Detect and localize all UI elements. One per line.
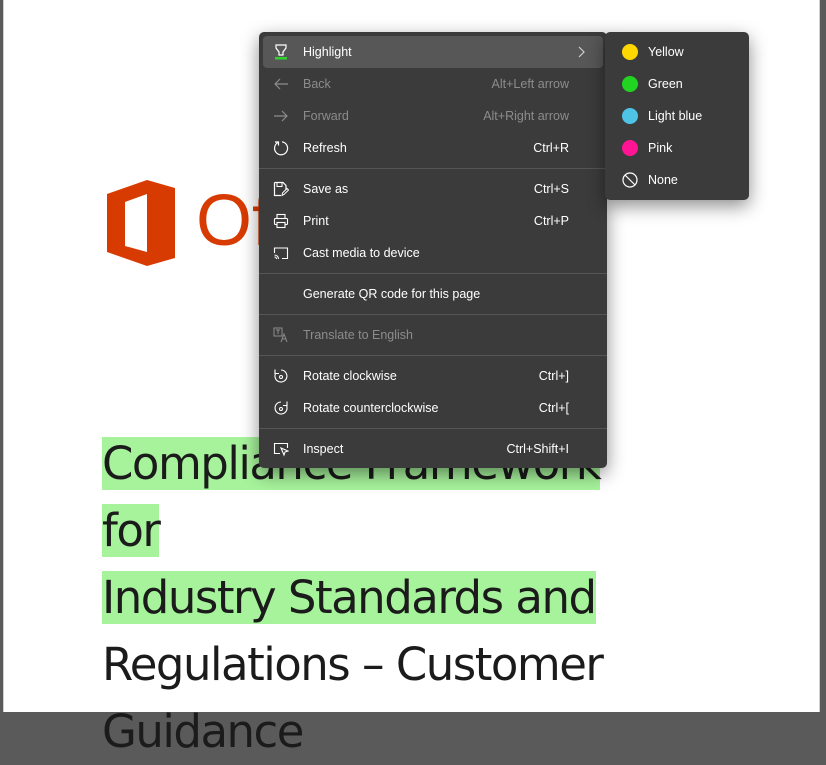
menu-item-label: Refresh (303, 141, 347, 155)
menu-divider (259, 355, 607, 356)
menu-item-print[interactable]: Print Ctrl+P (263, 205, 603, 237)
menu-item-refresh[interactable]: Refresh Ctrl+R (263, 132, 603, 164)
menu-item-shortcut: Ctrl+] (538, 369, 569, 383)
menu-item-rotate-clockwise[interactable]: Rotate clockwise Ctrl+] (263, 360, 603, 392)
menu-item-cast-media[interactable]: Cast media to device (263, 237, 603, 269)
menu-item-label: Generate QR code for this page (303, 287, 481, 301)
menu-divider (259, 428, 607, 429)
menu-divider (259, 168, 607, 169)
highlighter-icon (273, 44, 289, 60)
menu-item-shortcut: Ctrl+P (533, 214, 569, 228)
menu-divider (259, 314, 607, 315)
light-blue-swatch-icon (622, 108, 638, 124)
menu-item-label: Highlight (303, 45, 352, 59)
menu-item-label: Translate to English (303, 328, 414, 342)
menu-item-inspect[interactable]: Inspect Ctrl+Shift+I (263, 433, 603, 465)
menu-item-back[interactable]: Back Alt+Left arrow (263, 68, 603, 100)
menu-divider (259, 273, 607, 274)
highlight-option-yellow[interactable]: Yellow (609, 36, 745, 68)
menu-item-label: Save as (303, 182, 349, 196)
menu-item-label: Rotate counterclockwise (303, 401, 439, 415)
highlight-color-submenu: Yellow Green Light blue Pink None (605, 32, 749, 200)
menu-item-label: Back (303, 77, 331, 91)
highlight-option-label: Yellow (648, 45, 684, 59)
pink-swatch-icon (622, 140, 638, 156)
refresh-icon (273, 140, 289, 156)
title-line-2: Industry Standards and (102, 571, 597, 624)
menu-item-generate-qr[interactable]: Generate QR code for this page (263, 278, 603, 310)
menu-item-rotate-counterclockwise[interactable]: Rotate counterclockwise Ctrl+[ (263, 392, 603, 424)
highlight-option-label: Green (648, 77, 683, 91)
menu-item-shortcut: Alt+Left arrow (491, 77, 569, 91)
menu-item-save-as[interactable]: Save as Ctrl+S (263, 173, 603, 205)
highlight-option-label: Light blue (648, 109, 703, 123)
forward-arrow-icon (273, 108, 289, 124)
highlight-option-light-blue[interactable]: Light blue (609, 100, 745, 132)
print-icon (273, 213, 289, 229)
none-circle-slash-icon (622, 172, 638, 188)
highlight-option-label: Pink (648, 141, 673, 155)
rotate-clockwise-icon (273, 368, 289, 384)
cast-icon (273, 245, 289, 261)
office-logo-icon (107, 180, 175, 266)
menu-item-label: Rotate clockwise (303, 369, 397, 383)
menu-item-forward[interactable]: Forward Alt+Right arrow (263, 100, 603, 132)
menu-item-shortcut: Ctrl+Shift+I (506, 442, 569, 456)
menu-item-label: Print (303, 214, 329, 228)
yellow-swatch-icon (622, 44, 638, 60)
menu-item-shortcut: Ctrl+[ (538, 401, 569, 415)
green-swatch-icon (622, 76, 638, 92)
inspect-icon (273, 441, 289, 457)
highlight-option-green[interactable]: Green (609, 68, 745, 100)
highlight-option-none[interactable]: None (609, 164, 745, 196)
title-line-4: Guidance (102, 705, 304, 758)
menu-item-highlight[interactable]: Highlight (263, 36, 603, 68)
chevron-right-icon (573, 44, 589, 60)
translate-icon (273, 327, 289, 343)
menu-item-shortcut: Alt+Right arrow (483, 109, 569, 123)
highlight-option-label: None (648, 173, 678, 187)
title-line-3: Regulations – Customer (102, 638, 604, 691)
menu-item-translate[interactable]: Translate to English (263, 319, 603, 351)
menu-item-shortcut: Ctrl+R (533, 141, 569, 155)
rotate-counterclockwise-icon (273, 400, 289, 416)
menu-item-label: Cast media to device (303, 246, 420, 260)
document-title: Compliance Framework for Industry Standa… (102, 430, 662, 765)
context-menu: Highlight Back Alt+Left arrow Forward Al… (259, 32, 607, 468)
highlight-option-pink[interactable]: Pink (609, 132, 745, 164)
menu-item-shortcut: Ctrl+S (533, 182, 569, 196)
menu-item-label: Inspect (303, 442, 344, 456)
back-arrow-icon (273, 76, 289, 92)
save-as-icon (273, 181, 289, 197)
menu-item-label: Forward (303, 109, 349, 123)
